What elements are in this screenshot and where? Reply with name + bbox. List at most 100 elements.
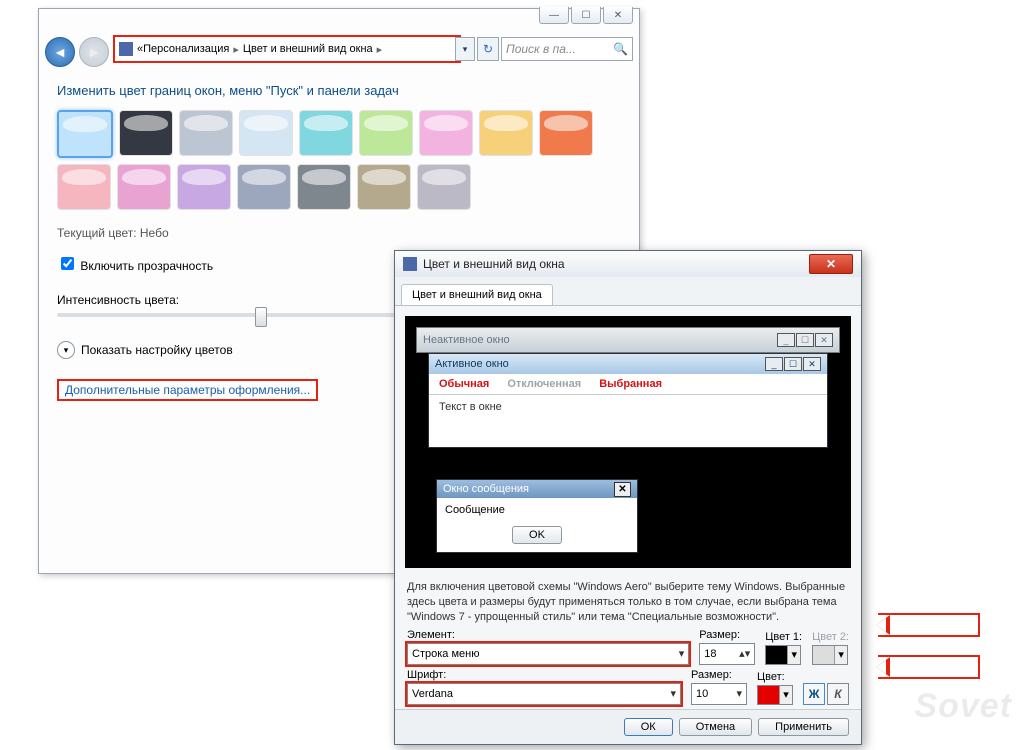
breadcrumb-history-dropdown[interactable]: ▾ (455, 37, 475, 61)
size2-value: 10 (696, 688, 708, 700)
swatch-rose[interactable] (57, 164, 111, 210)
maximize-button[interactable]: ☐ (571, 7, 601, 24)
dialog-icon (403, 257, 417, 271)
preview-menu-normal[interactable]: Обычная (439, 378, 489, 390)
preview-inactive-title: Неактивное окно (423, 334, 510, 346)
page-title: Изменить цвет границ окон, меню "Пуск" и… (57, 83, 621, 98)
preview-window-text: Текст в окне (429, 395, 827, 447)
transparency-label: Включить прозрачность (80, 259, 213, 273)
swatch-lavender[interactable] (177, 164, 231, 210)
dialog-button-row: ОК Отмена Применить (395, 709, 861, 744)
swatch-lilac[interactable] (417, 164, 471, 210)
preview-msg-title: Окно сообщения (443, 483, 529, 495)
swatch-graphite[interactable] (119, 110, 173, 156)
swatch-orange[interactable] (539, 110, 593, 156)
close-button[interactable]: ✕ (603, 7, 633, 24)
slider-thumb[interactable] (255, 307, 267, 327)
color1-picker[interactable]: ▾ (765, 645, 801, 665)
color-swatches-row-2 (57, 164, 621, 210)
font-color-label: Цвет: (757, 671, 793, 683)
breadcrumb-level-1[interactable]: Персонализация (143, 43, 229, 55)
swatch-green[interactable] (359, 110, 413, 156)
swatch-silver[interactable] (179, 110, 233, 156)
current-color-label: Текущий цвет: (57, 226, 137, 240)
chevron-right-icon: ▸ (233, 43, 239, 56)
preview-msg-close[interactable]: ✕ (614, 482, 631, 497)
window-caption-buttons: — ☐ ✕ (539, 7, 633, 24)
back-button[interactable]: ◄ (45, 37, 75, 67)
swatch-teal[interactable] (299, 110, 353, 156)
color1-label: Цвет 1: (765, 631, 802, 643)
font-combo[interactable]: Verdana ▾ (407, 683, 681, 705)
chevron-down-icon: ▾ (57, 341, 75, 359)
size2-combo[interactable]: 10▾ (691, 683, 747, 705)
breadcrumb[interactable]: « Персонализация ▸ Цвет и внешний вид ок… (113, 35, 461, 63)
swatch-sky[interactable] (57, 110, 113, 158)
show-color-mixer-label: Показать настройку цветов (81, 343, 233, 357)
tab-color-appearance[interactable]: Цвет и внешний вид окна (401, 284, 553, 305)
dialog-tabs: Цвет и внешний вид окна (395, 277, 861, 306)
refresh-button[interactable]: ↻ (477, 37, 499, 61)
size2-label: Размер: (691, 669, 747, 681)
search-placeholder: Поиск в па... (506, 42, 576, 56)
watermark: Sovet (914, 687, 1012, 726)
annotation-arrow-2 (878, 655, 980, 679)
control-panel-icon (119, 42, 133, 56)
font-color-picker[interactable]: ▾ (757, 685, 793, 705)
font-row: Шрифт: Verdana ▾ Размер: 10▾ Цвет: ▾ Ж К (395, 669, 861, 709)
preview-active-title: Активное окно (435, 358, 509, 370)
breadcrumb-level-2: Цвет и внешний вид окна (243, 43, 373, 55)
dialog-description: Для включения цветовой схемы "Windows Ae… (395, 578, 861, 629)
element-value: Строка меню (412, 648, 479, 660)
transparency-checkbox[interactable] (61, 257, 74, 270)
chevron-right-icon: ▸ (377, 43, 383, 56)
minimize-button[interactable]: — (539, 7, 569, 24)
color2-picker: ▾ (812, 645, 848, 665)
preview-menu-selected[interactable]: Выбранная (599, 378, 662, 390)
advanced-appearance-link[interactable]: Дополнительные параметры оформления... (65, 383, 310, 397)
preview-menu-disabled: Отключенная (507, 378, 581, 390)
preview-pane: Неактивное окно _☐✕ Активное окно _☐✕ Об… (405, 316, 851, 568)
swatch-sand[interactable] (357, 164, 411, 210)
intensity-slider[interactable] (57, 313, 417, 317)
size1-spinner[interactable]: 18▴▾ (699, 643, 755, 665)
forward-button[interactable]: ► (79, 37, 109, 67)
preview-active-window[interactable]: Активное окно _☐✕ Обычная Отключенная Вы… (428, 353, 828, 448)
dialog-titlebar[interactable]: Цвет и внешний вид окна ✕ (395, 251, 861, 277)
preview-inactive-window[interactable]: Неактивное окно _☐✕ (416, 327, 840, 353)
swatch-lightblue[interactable] (239, 110, 293, 156)
size1-label: Размер: (699, 629, 755, 641)
color2-label: Цвет 2: (812, 631, 849, 643)
swatch-grey[interactable] (297, 164, 351, 210)
advanced-appearance-dialog: Цвет и внешний вид окна ✕ Цвет и внешний… (394, 250, 862, 745)
element-combo[interactable]: Строка меню▾ (407, 643, 689, 665)
cancel-button[interactable]: Отмена (679, 718, 752, 736)
preview-menu-row: Обычная Отключенная Выбранная (429, 374, 827, 395)
nav-back-forward: ◄ ► (45, 37, 109, 67)
preview-message-box[interactable]: Окно сообщения ✕ Сообщение OK (436, 479, 638, 553)
swatch-pink[interactable] (419, 110, 473, 156)
font-value: Verdana (412, 688, 453, 700)
preview-msg-body: Сообщение (437, 498, 637, 522)
current-color-row: Текущий цвет: Небо (57, 226, 621, 240)
advanced-link-highlight: Дополнительные параметры оформления... (57, 379, 318, 401)
element-label: Элемент: (407, 629, 689, 641)
bold-button[interactable]: Ж (803, 683, 825, 705)
font-label: Шрифт: (407, 669, 681, 681)
element-row: Элемент: Строка меню▾ Размер: 18▴▾ Цвет … (395, 629, 861, 669)
dialog-title: Цвет и внешний вид окна (423, 257, 565, 271)
annotation-arrow-1 (878, 613, 980, 637)
dialog-close-button[interactable]: ✕ (809, 254, 853, 274)
italic-button[interactable]: К (827, 683, 849, 705)
swatch-gold[interactable] (479, 110, 533, 156)
preview-msg-ok[interactable]: OK (512, 526, 562, 544)
swatch-magenta[interactable] (117, 164, 171, 210)
swatch-slate[interactable] (237, 164, 291, 210)
chevron-down-icon: ▾ (670, 687, 676, 700)
search-input[interactable]: Поиск в па... 🔍 (501, 37, 633, 61)
size1-value: 18 (704, 648, 716, 660)
apply-button[interactable]: Применить (758, 718, 849, 736)
ok-button[interactable]: ОК (624, 718, 673, 736)
color-swatches (57, 110, 621, 158)
search-icon[interactable]: 🔍 (613, 42, 628, 56)
